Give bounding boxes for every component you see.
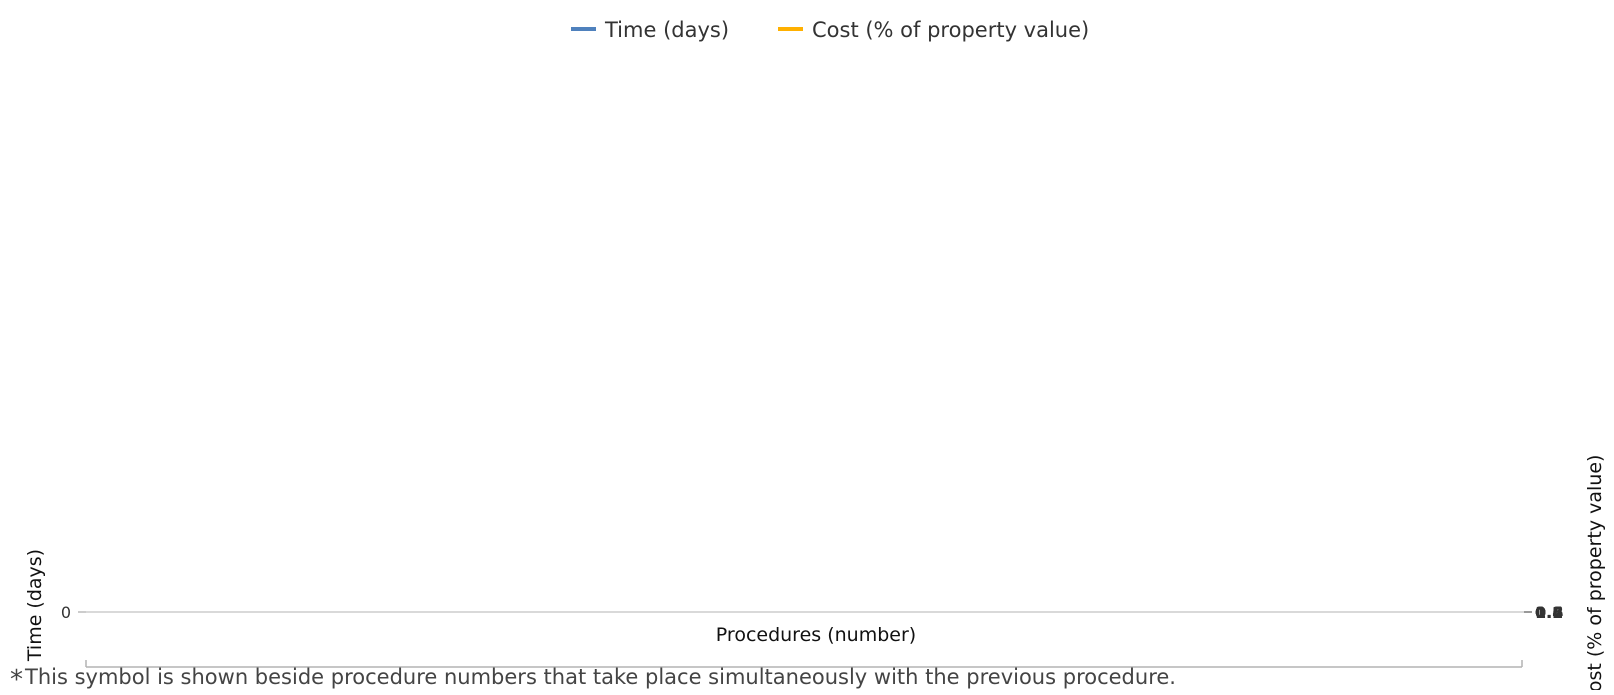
y-axis-title-left: Time (days) xyxy=(24,549,46,662)
left-tick-label: 0 xyxy=(61,603,71,622)
y-axis-title-right: Cost (% of property value) xyxy=(1584,455,1606,690)
legend-swatch-cost xyxy=(778,27,803,31)
right-tick-label: 1 xyxy=(1535,603,1546,622)
legend-label-cost: Cost (% of property value) xyxy=(812,18,1089,42)
legend-swatch-time xyxy=(571,27,596,31)
legend-item-cost[interactable]: Cost (% of property value) xyxy=(778,18,1089,42)
legend: Time (days) Cost (% of property value) xyxy=(571,18,1089,42)
chart: Time (days) Cost (% of property value) 0… xyxy=(24,18,1606,690)
right-tick-labels: 00.20.40.60.81 xyxy=(1535,603,1563,622)
footnote: *This symbol is shown beside procedure n… xyxy=(10,664,1176,693)
legend-item-time[interactable]: Time (days) xyxy=(571,18,729,42)
footnote-text: This symbol is shown beside procedure nu… xyxy=(25,665,1176,689)
x-axis-title: Procedures (number) xyxy=(716,624,916,646)
asterisk-symbol: * xyxy=(10,665,23,695)
legend-label-time: Time (days) xyxy=(604,18,729,42)
